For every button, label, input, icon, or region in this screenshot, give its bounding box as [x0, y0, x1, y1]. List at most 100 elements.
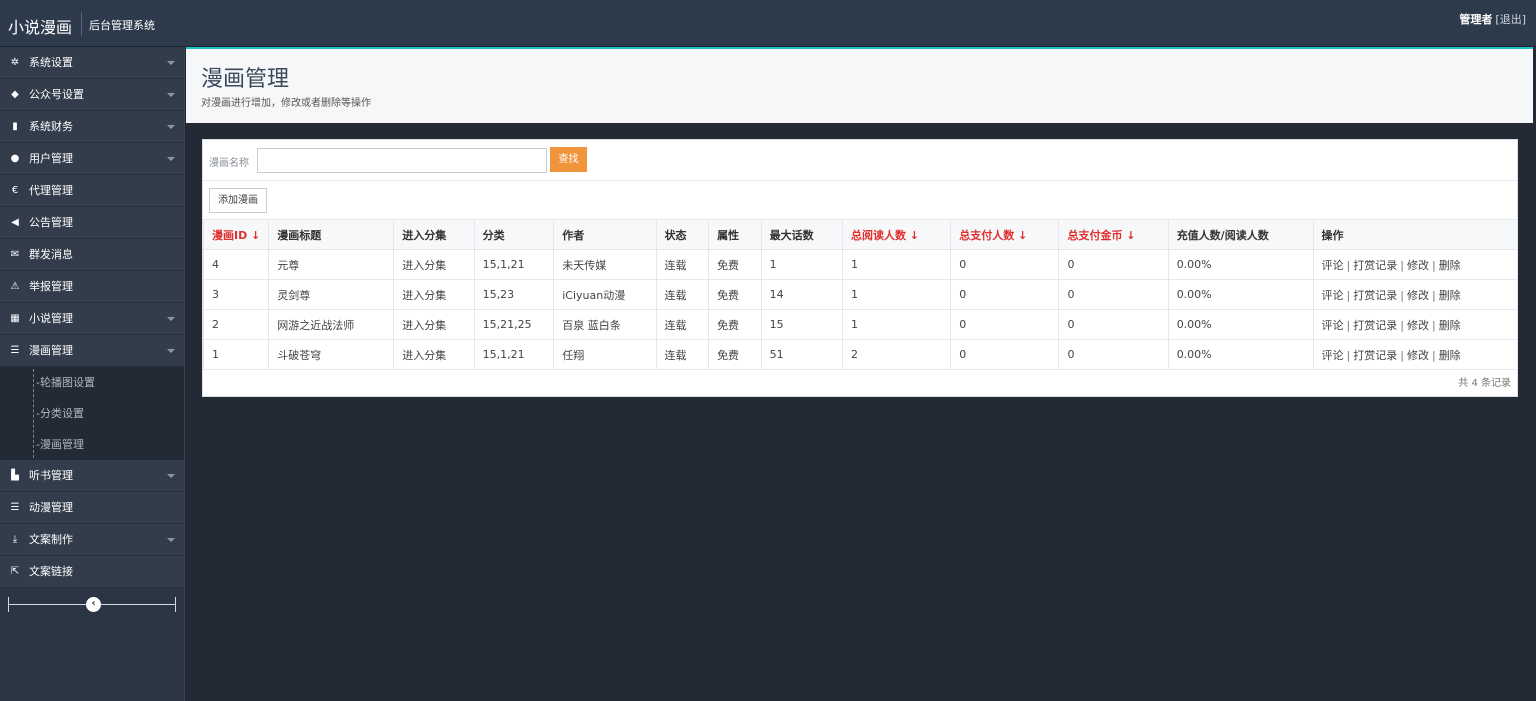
action-separator: | — [1346, 288, 1351, 302]
cell-payers: 0 — [950, 249, 1060, 280]
cell-attr: 免费 — [708, 249, 762, 280]
cell-max: 15 — [760, 309, 843, 340]
action-link[interactable]: 修改 — [1407, 319, 1429, 332]
list-icon: ☰ — [10, 345, 20, 356]
action-link[interactable]: 修改 — [1407, 259, 1429, 272]
column-header: 进入分集 — [393, 219, 475, 250]
list-icon: ☰ — [10, 502, 20, 513]
sortable-column-header[interactable]: 漫画ID ↓ — [202, 219, 270, 250]
sidebar-menu-bottom: ▙ 听书管理 ☰ 动漫管理 ⤓ 文案制作 ⇱ 文案链接 — [0, 460, 184, 588]
sidebar-item[interactable]: ▮ 系统财务 — [0, 111, 184, 143]
cell-author: 任翔 — [553, 339, 657, 370]
sidebar-item[interactable]: ✉ 群发消息 — [0, 239, 184, 271]
submenu-item[interactable]: -漫画管理 — [0, 429, 184, 460]
cell-actions: 评论 | 打赏记录 | 修改 | 删除 — [1312, 249, 1519, 280]
action-separator: | — [1346, 348, 1351, 362]
comic-panel: 漫画名称 查找 添加漫画 漫画ID ↓ 漫画标题 进入分集 分类 作者 状态 属性 最大话数总… — [202, 139, 1519, 397]
envelope-icon: ✉ — [10, 249, 20, 260]
cell-actions: 评论 | 打赏记录 | 修改 | 删除 — [1312, 279, 1519, 310]
comic-name-input[interactable] — [257, 148, 547, 173]
search-button[interactable]: 查找 — [550, 147, 587, 172]
cell-status: 连载 — [655, 339, 710, 370]
cell-payers: 0 — [950, 309, 1060, 340]
sortable-column-header[interactable]: 总支付人数 ↓ — [950, 219, 1060, 250]
gear-icon: ✲ — [10, 57, 20, 68]
sidebar-item[interactable]: ☰ 漫画管理 — [0, 335, 184, 367]
cell-coins: 0 — [1058, 249, 1169, 280]
sidebar-item-label: 代理管理 — [29, 184, 73, 197]
cell-enter[interactable]: 进入分集 — [393, 309, 475, 340]
action-link[interactable]: 删除 — [1439, 319, 1461, 332]
grid-icon: ▦ — [10, 313, 20, 324]
column-header: 充值人数/阅读人数 — [1167, 219, 1314, 250]
cell-attr: 免费 — [708, 279, 762, 310]
cell-author: 百泉 蓝白条 — [553, 309, 657, 340]
action-link[interactable]: 删除 — [1439, 259, 1461, 272]
sidebar-item-label: 文案制作 — [29, 533, 73, 546]
sidebar-item[interactable]: ◀ 公告管理 — [0, 207, 184, 239]
sidebar-item-label: 漫画管理 — [29, 344, 73, 357]
sidebar-item[interactable]: ● 用户管理 — [0, 143, 184, 175]
cell-attr: 免费 — [708, 339, 762, 370]
sidebar-item[interactable]: ▦ 小说管理 — [0, 303, 184, 335]
cell-reads: 1 — [841, 249, 952, 280]
cell-title: 元尊 — [268, 249, 395, 280]
sidebar-item[interactable]: ⇱ 文案链接 — [0, 556, 184, 588]
add-comic-button[interactable]: 添加漫画 — [209, 188, 267, 213]
sidebar-item[interactable]: ◆ 公众号设置 — [0, 79, 184, 111]
sidebar: ✲ 系统设置 ◆ 公众号设置 ▮ 系统财务 ● 用户管理 € 代理管理 ◀ 公告管理 ✉ 群发消息 ⚠ 举报管… — [0, 47, 185, 701]
action-separator: | — [1431, 288, 1436, 302]
caret-down-icon — [167, 474, 175, 478]
action-separator: | — [1431, 318, 1436, 332]
cell-id: 4 — [202, 249, 270, 280]
caret-down-icon — [167, 349, 175, 353]
action-link[interactable]: 打赏记录 — [1353, 259, 1397, 272]
caret-down-icon — [167, 125, 175, 129]
action-link[interactable]: 修改 — [1407, 289, 1429, 302]
download-icon: ⤓ — [12, 534, 18, 545]
collapse-toggle-icon[interactable]: ‹ — [86, 597, 101, 612]
warning-icon: ⚠ — [10, 281, 20, 292]
sortable-column-header[interactable]: 总阅读人数 ↓ — [841, 219, 952, 250]
column-header: 最大话数 — [760, 219, 843, 250]
action-link[interactable]: 评论 — [1322, 259, 1344, 272]
table-body: 4 元尊 进入分集 15,1,21 未天传媒 连载 免费 1 1 0 0 0.00% 评论 | 打赏记录 | 修… — [202, 249, 1519, 370]
action-link[interactable]: 删除 — [1439, 289, 1461, 302]
logout-link[interactable]: [退出] — [1495, 13, 1526, 26]
cell-category: 15,1,21 — [473, 339, 555, 370]
cell-reads: 1 — [841, 309, 952, 340]
cell-enter[interactable]: 进入分集 — [393, 339, 475, 370]
sidebar-item[interactable]: ☰ 动漫管理 — [0, 492, 184, 524]
submenu-item[interactable]: -轮播图设置 — [0, 367, 184, 398]
sidebar-item-label: 公告管理 — [29, 216, 73, 229]
action-separator: | — [1400, 348, 1404, 362]
cell-title: 斗破苍穹 — [268, 339, 395, 370]
action-link[interactable]: 打赏记录 — [1353, 319, 1397, 332]
action-link[interactable]: 评论 — [1322, 319, 1344, 332]
action-link[interactable]: 打赏记录 — [1353, 349, 1397, 362]
action-link[interactable]: 删除 — [1439, 349, 1461, 362]
caret-down-icon — [167, 157, 175, 161]
bar-chart-icon: ▮ — [12, 121, 18, 132]
sidebar-item[interactable]: ▙ 听书管理 — [0, 460, 184, 492]
column-header: 属性 — [708, 219, 762, 250]
action-link[interactable]: 评论 — [1322, 289, 1344, 302]
action-link[interactable]: 评论 — [1322, 349, 1344, 362]
cell-id: 2 — [202, 309, 270, 340]
sidebar-item[interactable]: ⚠ 举报管理 — [0, 271, 184, 303]
action-separator: | — [1431, 258, 1436, 272]
sidebar-item[interactable]: ✲ 系统设置 — [0, 47, 184, 79]
collapse-line-right-cap — [175, 597, 176, 612]
action-link[interactable]: 修改 — [1407, 349, 1429, 362]
sidebar-item[interactable]: ⤓ 文案制作 — [0, 524, 184, 556]
sidebar-item[interactable]: € 代理管理 — [0, 175, 184, 207]
cell-enter[interactable]: 进入分集 — [393, 279, 475, 310]
sortable-column-header[interactable]: 总支付金币 ↓ — [1058, 219, 1169, 250]
brand-title[interactable]: 小说漫画 — [8, 14, 72, 38]
cell-enter[interactable]: 进入分集 — [393, 249, 475, 280]
cell-id: 1 — [202, 339, 270, 370]
caret-down-icon — [167, 317, 175, 321]
action-link[interactable]: 打赏记录 — [1353, 289, 1397, 302]
top-bar: 小说漫画 后台管理系统 管理者 [退出] — [0, 0, 1536, 47]
submenu-item[interactable]: -分类设置 — [0, 398, 184, 429]
